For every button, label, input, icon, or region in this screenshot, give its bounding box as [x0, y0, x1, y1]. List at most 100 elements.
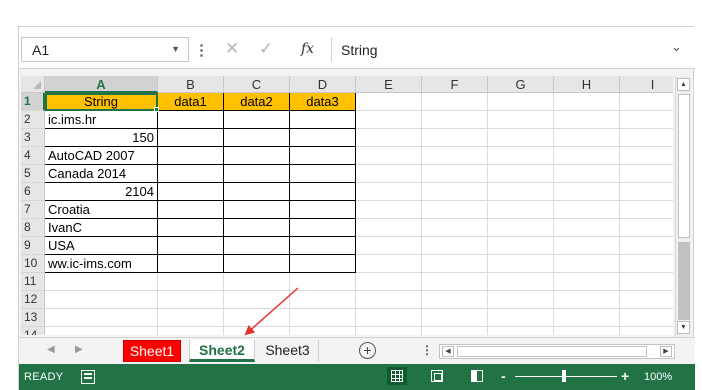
- row-header-7[interactable]: 7: [21, 201, 45, 219]
- cell-e12[interactable]: [356, 291, 422, 309]
- name-box[interactable]: A1 ▼: [21, 37, 189, 62]
- column-header-g[interactable]: G: [488, 76, 554, 93]
- cell-g6[interactable]: [488, 183, 554, 201]
- cell-h5[interactable]: [554, 165, 620, 183]
- page-break-view-button[interactable]: [467, 367, 487, 385]
- cell-d11[interactable]: [290, 273, 356, 291]
- cell-e7[interactable]: [356, 201, 422, 219]
- cell-a4[interactable]: AutoCAD 2007: [45, 147, 158, 165]
- normal-view-button[interactable]: [387, 367, 407, 385]
- cell-a12[interactable]: [45, 291, 158, 309]
- cell-h7[interactable]: [554, 201, 620, 219]
- more-options-icon[interactable]: ⋮: [194, 41, 209, 59]
- tab-sheet3[interactable]: Sheet3: [257, 340, 319, 362]
- row-header-10[interactable]: 10: [21, 255, 45, 273]
- cell-c5[interactable]: [224, 165, 290, 183]
- cell-h13[interactable]: [554, 309, 620, 327]
- cell-d8[interactable]: [290, 219, 356, 237]
- plus-circle-icon[interactable]: +: [359, 342, 376, 359]
- cell-b2[interactable]: [158, 111, 224, 129]
- cell-i8[interactable]: [620, 219, 673, 237]
- worksheet-grid[interactable]: A B C D E F G H I 1 String data1 data2 data3 2 ic.ims.h…: [21, 76, 673, 335]
- cell-a14[interactable]: [45, 327, 158, 335]
- cell-c10[interactable]: [224, 255, 290, 273]
- cell-g5[interactable]: [488, 165, 554, 183]
- cell-e11[interactable]: [356, 273, 422, 291]
- cell-h10[interactable]: [554, 255, 620, 273]
- macro-recording-icon[interactable]: [81, 370, 95, 384]
- scroll-left-icon[interactable]: ◀: [442, 346, 454, 357]
- cell-h1[interactable]: [554, 93, 620, 111]
- tab-split-handle-icon[interactable]: ⋮: [421, 343, 433, 357]
- cell-c3[interactable]: [224, 129, 290, 147]
- scroll-down-icon[interactable]: ▼: [677, 321, 690, 334]
- zoom-out-button[interactable]: -: [501, 368, 506, 384]
- cell-b13[interactable]: [158, 309, 224, 327]
- cell-h11[interactable]: [554, 273, 620, 291]
- fill-handle[interactable]: [154, 107, 159, 112]
- cell-d10[interactable]: [290, 255, 356, 273]
- cell-d6[interactable]: [290, 183, 356, 201]
- cell-c8[interactable]: [224, 219, 290, 237]
- cell-c6[interactable]: [224, 183, 290, 201]
- cell-b4[interactable]: [158, 147, 224, 165]
- cell-f12[interactable]: [422, 291, 488, 309]
- cell-f5[interactable]: [422, 165, 488, 183]
- row-header-1[interactable]: 1: [21, 93, 45, 111]
- cell-h8[interactable]: [554, 219, 620, 237]
- cell-i9[interactable]: [620, 237, 673, 255]
- column-header-h[interactable]: H: [554, 76, 620, 93]
- cell-c14[interactable]: [224, 327, 290, 335]
- prev-sheet-icon[interactable]: ◀: [47, 344, 55, 355]
- row-header-13[interactable]: 13: [21, 309, 45, 327]
- cell-a5[interactable]: Canada 2014: [45, 165, 158, 183]
- cell-b3[interactable]: [158, 129, 224, 147]
- cell-e10[interactable]: [356, 255, 422, 273]
- cell-i5[interactable]: [620, 165, 673, 183]
- cell-g10[interactable]: [488, 255, 554, 273]
- cell-f14[interactable]: [422, 327, 488, 335]
- page-layout-view-button[interactable]: [427, 367, 447, 385]
- column-header-c[interactable]: C: [224, 76, 290, 93]
- cell-i14[interactable]: [620, 327, 673, 335]
- column-header-b[interactable]: B: [158, 76, 224, 93]
- cell-b7[interactable]: [158, 201, 224, 219]
- cell-i2[interactable]: [620, 111, 673, 129]
- row-header-9[interactable]: 9: [21, 237, 45, 255]
- column-header-a[interactable]: A: [45, 76, 158, 93]
- cell-g2[interactable]: [488, 111, 554, 129]
- row-header-11[interactable]: 11: [21, 273, 45, 291]
- cell-d9[interactable]: [290, 237, 356, 255]
- cell-f1[interactable]: [422, 93, 488, 111]
- cell-h6[interactable]: [554, 183, 620, 201]
- cell-b8[interactable]: [158, 219, 224, 237]
- scroll-right-icon[interactable]: ▶: [660, 346, 672, 357]
- column-header-f[interactable]: F: [422, 76, 488, 93]
- cell-d7[interactable]: [290, 201, 356, 219]
- cell-f6[interactable]: [422, 183, 488, 201]
- cell-d4[interactable]: [290, 147, 356, 165]
- cell-g9[interactable]: [488, 237, 554, 255]
- cell-e1[interactable]: [356, 93, 422, 111]
- cell-d5[interactable]: [290, 165, 356, 183]
- select-all-button[interactable]: [21, 76, 45, 93]
- vertical-scroll-thumb[interactable]: [678, 94, 690, 238]
- cell-a6[interactable]: 2104: [45, 183, 158, 201]
- cell-h12[interactable]: [554, 291, 620, 309]
- cell-f9[interactable]: [422, 237, 488, 255]
- cell-a10[interactable]: ww.ic-ims.com: [45, 255, 158, 273]
- cell-i1[interactable]: [620, 93, 673, 111]
- row-header-14[interactable]: 14: [21, 327, 45, 335]
- cell-f3[interactable]: [422, 129, 488, 147]
- cell-g11[interactable]: [488, 273, 554, 291]
- cell-c1[interactable]: data2: [224, 93, 290, 111]
- check-icon[interactable]: ✓: [259, 39, 273, 59]
- scroll-up-icon[interactable]: ▲: [677, 78, 690, 91]
- cell-d12[interactable]: [290, 291, 356, 309]
- cell-e3[interactable]: [356, 129, 422, 147]
- cell-f10[interactable]: [422, 255, 488, 273]
- horizontal-scroll-thumb[interactable]: [457, 346, 647, 357]
- cell-g13[interactable]: [488, 309, 554, 327]
- cell-f4[interactable]: [422, 147, 488, 165]
- expand-formula-bar-icon[interactable]: ⌄: [671, 39, 682, 55]
